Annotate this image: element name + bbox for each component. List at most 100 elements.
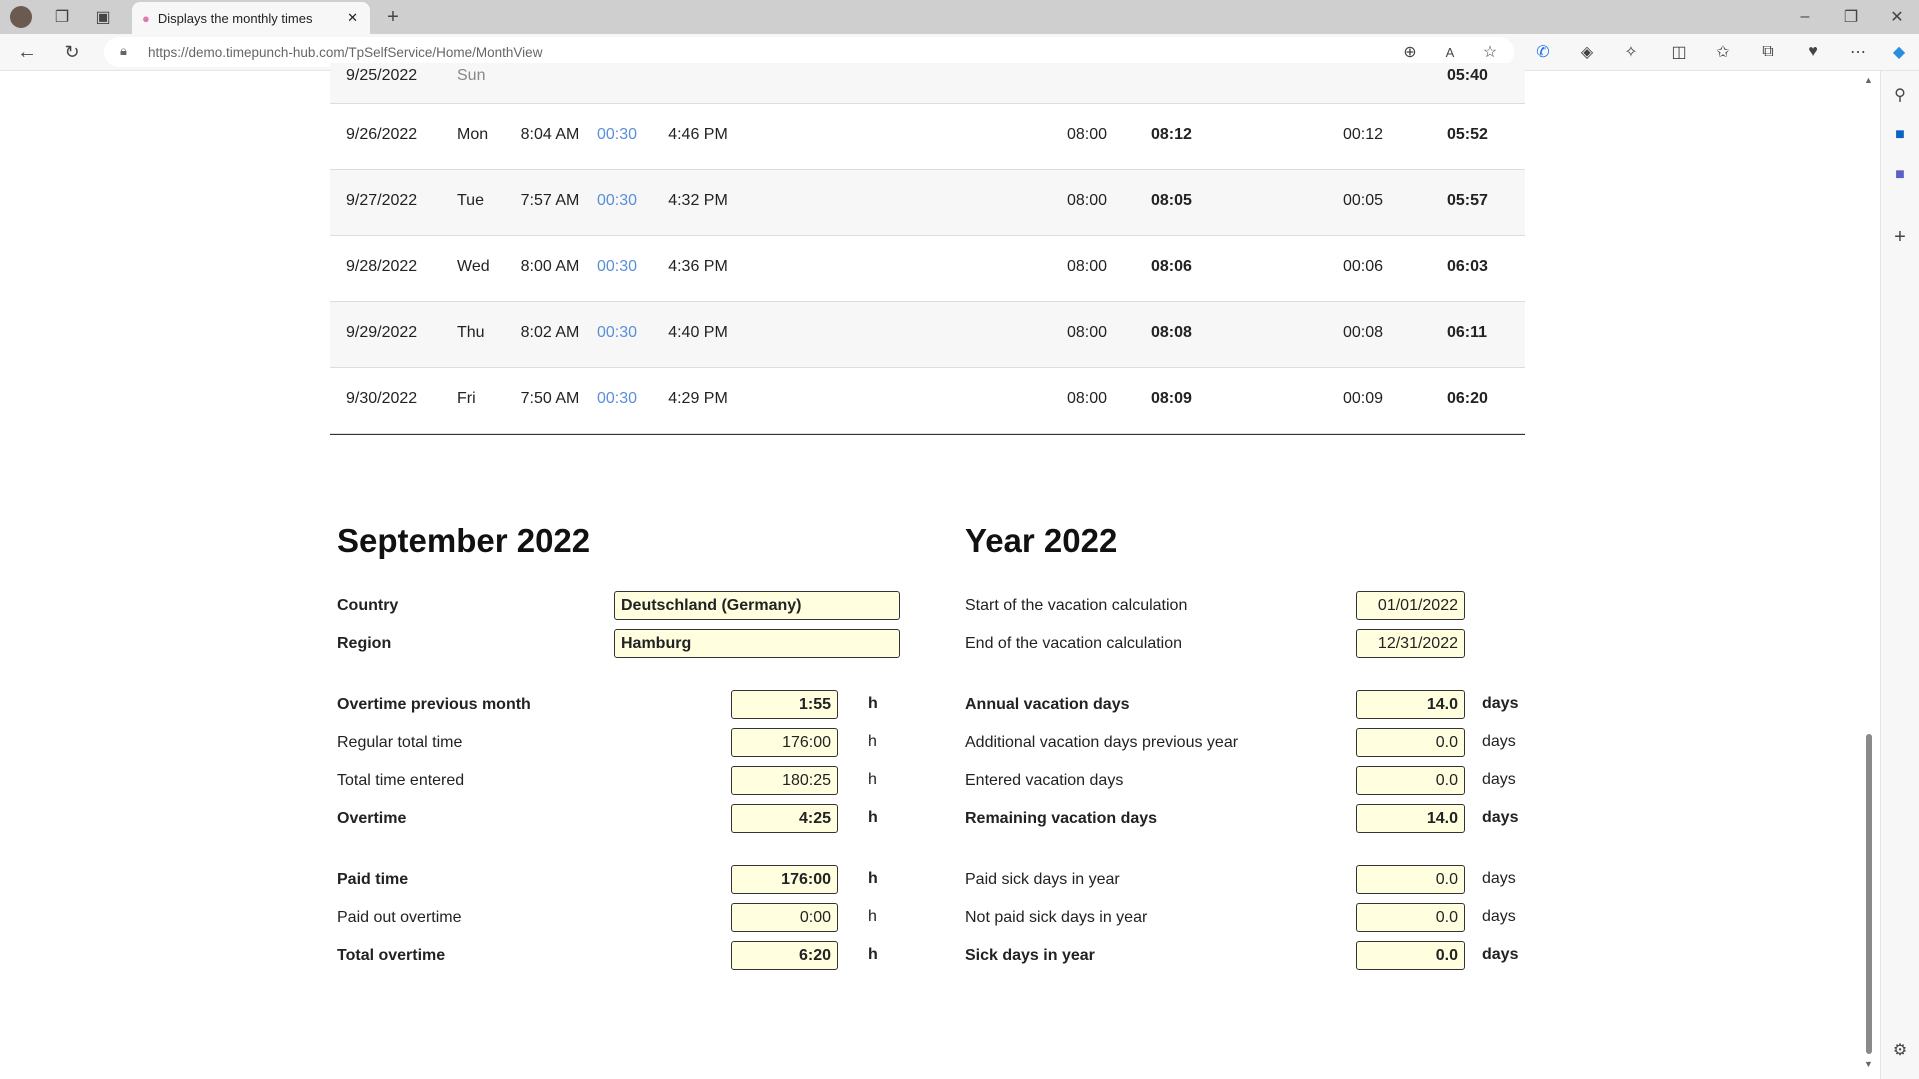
country-field[interactable]: Deutschland (Germany): [614, 591, 900, 620]
month-item-label: Paid out overtime: [337, 909, 462, 926]
cell-break[interactable]: 00:30: [597, 388, 637, 410]
scrollbar[interactable]: ▲ ▼: [1862, 71, 1876, 1079]
cell-diff: 00:09: [1343, 390, 1384, 407]
scroll-up-icon[interactable]: ▲: [1864, 75, 1873, 85]
tab-title: Displays the monthly times: [157, 10, 313, 26]
year-item-field[interactable]: 0.0: [1356, 865, 1465, 894]
tab-active[interactable]: ● Displays the monthly times ✕: [132, 2, 370, 34]
year-item-field[interactable]: 0.0: [1356, 941, 1465, 970]
cell-break[interactable]: 00:30: [597, 256, 637, 278]
vacation-end-label: End of the vacation calculation: [965, 635, 1183, 652]
month-item-label: Total time entered: [337, 772, 465, 789]
settings-icon[interactable]: ⚙: [1887, 1037, 1913, 1063]
collections-icon[interactable]: ⧉: [1755, 39, 1781, 65]
cell-day: Mon: [457, 126, 489, 143]
more-menu-icon[interactable]: ⋯: [1845, 39, 1871, 65]
month-item-unit: h: [868, 908, 877, 925]
scroll-down-icon[interactable]: ▼: [1864, 1059, 1873, 1069]
close-window-icon[interactable]: ✕: [1884, 4, 1910, 30]
cell-end: 4:32 PM: [668, 192, 728, 209]
tab-actions-icon[interactable]: ▣: [90, 4, 116, 30]
month-item-label: Overtime previous month: [337, 696, 531, 713]
zoom-icon[interactable]: ⊕: [1397, 39, 1423, 65]
cell-date: 9/30/2022: [346, 390, 418, 407]
read-aloud-icon[interactable]: A: [1437, 39, 1463, 65]
favorite-star-icon[interactable]: ☆: [1477, 39, 1503, 65]
month-item-label: Overtime: [337, 810, 407, 827]
scrollbar-thumb[interactable]: [1866, 734, 1872, 1054]
vacation-end-field[interactable]: 12/31/2022: [1356, 629, 1465, 658]
restore-icon[interactable]: ❐: [1838, 4, 1864, 30]
phone-icon[interactable]: ✆: [1530, 39, 1556, 65]
year-item-field[interactable]: 0.0: [1356, 766, 1465, 795]
year-item-field[interactable]: 14.0: [1356, 804, 1465, 833]
year-item-field[interactable]: 0.0: [1356, 903, 1465, 932]
month-item-field[interactable]: 176:00: [731, 865, 838, 894]
year-item-label: Paid sick days in year: [965, 871, 1120, 888]
month-item-field[interactable]: 180:25: [731, 766, 838, 795]
teams-icon[interactable]: ■: [1887, 162, 1913, 188]
cell-end: 4:36 PM: [668, 258, 728, 275]
close-tab-icon[interactable]: ✕: [347, 10, 370, 26]
favorites-icon[interactable]: ✩: [1710, 39, 1736, 65]
year-item-unit: days: [1482, 870, 1516, 887]
table-row: 9/26/2022 Mon 8:04 AM 00:30 4:46 PM 08:00 08:1…: [330, 104, 1525, 170]
cell-day: Fri: [457, 390, 476, 407]
add-icon[interactable]: +: [1887, 224, 1913, 250]
month-item-unit: h: [868, 733, 877, 750]
month-item-field[interactable]: 0:00: [731, 903, 838, 932]
year-item-field[interactable]: 0.0: [1356, 728, 1465, 757]
table-row: 9/28/2022 Wed 8:00 AM 00:30 4:36 PM 08:00 08:0…: [330, 236, 1525, 302]
vacation-start-field[interactable]: 01/01/2022: [1356, 591, 1465, 620]
region-field[interactable]: Hamburg: [614, 629, 900, 658]
year-item-unit: days: [1482, 908, 1516, 925]
search-icon[interactable]: ⚲: [1887, 82, 1913, 108]
month-item-unit: h: [868, 695, 878, 712]
minimize-icon[interactable]: –: [1792, 4, 1818, 30]
month-item-unit: h: [868, 946, 878, 963]
table-row: 9/30/2022 Fri 7:50 AM 00:30 4:29 PM 08:00 08:0…: [330, 368, 1525, 434]
split-screen-icon[interactable]: ◫: [1666, 39, 1692, 65]
cell-break[interactable]: 00:30: [597, 322, 637, 344]
year-title: Year 2022: [965, 522, 1118, 559]
back-icon[interactable]: ←: [14, 39, 40, 65]
year-item-label: Annual vacation days: [965, 696, 1130, 713]
copilot-icon[interactable]: ◆: [1886, 39, 1912, 65]
region-label: Region: [337, 635, 392, 652]
extensions-icon[interactable]: ✧: [1618, 39, 1644, 65]
month-table: 9/25/2022 Sun 05:40 9/26/2022 Mon 8:04 AM 00:3…: [330, 63, 1525, 435]
new-tab-icon[interactable]: +: [380, 4, 406, 30]
cell-actual: 08:12: [1151, 126, 1192, 143]
month-item-field[interactable]: 176:00: [731, 728, 838, 757]
month-item-field[interactable]: 4:25: [731, 804, 838, 833]
month-item-unit: h: [868, 771, 877, 788]
year-item-field[interactable]: 14.0: [1356, 690, 1465, 719]
month-item-label: Paid time: [337, 871, 409, 888]
cell-break[interactable]: 00:30: [597, 124, 637, 146]
workspaces-icon[interactable]: ❐: [49, 4, 75, 30]
cell-target: 08:00: [1067, 126, 1108, 143]
cell-day: Thu: [457, 324, 485, 341]
refresh-icon[interactable]: ↻: [59, 39, 85, 65]
month-item-field[interactable]: 1:55: [731, 690, 838, 719]
cell-actual: 08:05: [1151, 192, 1192, 209]
outlook-icon[interactable]: ■: [1887, 122, 1913, 148]
cell-day: Tue: [457, 192, 484, 209]
cell-date: 9/26/2022: [346, 126, 418, 143]
url-path: /TpSelfService/Home/MonthView: [344, 44, 543, 60]
url-host: https://demo.timepunch-hub.com: [148, 44, 345, 60]
cell-target: 08:00: [1067, 258, 1108, 275]
cell-date: 9/29/2022: [346, 324, 418, 341]
profile-avatar[interactable]: [10, 6, 32, 28]
extension-icon[interactable]: ◈: [1574, 39, 1600, 65]
month-item-field[interactable]: 6:20: [731, 941, 838, 970]
cell-diff: 00:05: [1343, 192, 1384, 209]
cell-end: 4:29 PM: [668, 390, 728, 407]
cell-break[interactable]: 00:30: [597, 190, 637, 212]
cell-date: 9/27/2022: [346, 192, 418, 209]
cell-target: 08:00: [1067, 324, 1108, 341]
browser-essentials-icon[interactable]: ♥: [1800, 39, 1826, 65]
cell-balance: 05:52: [1447, 126, 1488, 143]
table-row: 9/29/2022 Thu 8:02 AM 00:30 4:40 PM 08:00 08:0…: [330, 302, 1525, 368]
cell-balance: 06:11: [1447, 324, 1488, 341]
